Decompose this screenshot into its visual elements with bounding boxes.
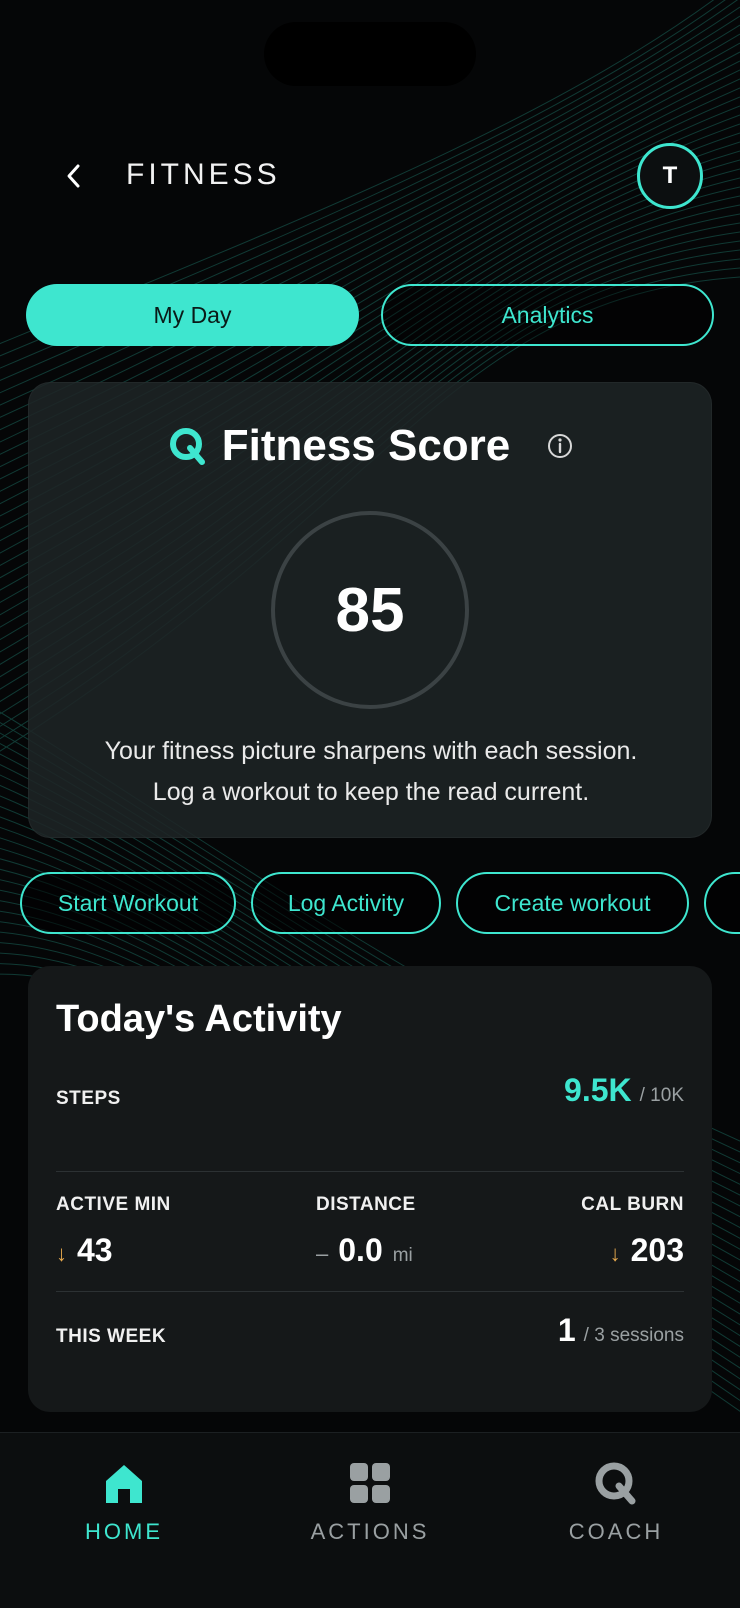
nav-home-label: HOME xyxy=(85,1519,163,1544)
active-min-metric: ACTIVE MIN ↓ 43 xyxy=(56,1194,171,1269)
cal-burn-value: 203 xyxy=(630,1232,684,1268)
score-header: Fitness Score xyxy=(29,421,713,471)
info-icon[interactable] xyxy=(546,432,574,460)
log-activity-button[interactable]: Log Activity xyxy=(251,872,441,934)
score-title: Fitness Score xyxy=(221,421,511,470)
more-action-chip[interactable] xyxy=(704,872,740,934)
cal-burn-metric: CAL BURN ↓ 203 xyxy=(581,1194,684,1269)
avatar[interactable]: T xyxy=(637,143,703,209)
dash-icon: – xyxy=(316,1241,329,1266)
active-min-value: 43 xyxy=(77,1232,113,1268)
wave-line xyxy=(0,33,740,418)
divider xyxy=(56,1171,684,1172)
steps-value-group: 9.5K / 10K xyxy=(564,1072,684,1109)
coach-q-icon xyxy=(595,1462,636,1505)
create-workout-button[interactable]: Create workout xyxy=(456,872,689,934)
nav-home[interactable]: HOME xyxy=(24,1461,224,1545)
bottom-nav: HOME ACTIONS COACH xyxy=(0,1432,740,1608)
cal-burn-label: CAL BURN xyxy=(581,1194,684,1215)
quick-actions-row: Start Workout Log Activity Create workou… xyxy=(20,872,740,934)
view-tabs: My Day Analytics xyxy=(26,284,714,346)
distance-unit: mi xyxy=(392,1245,413,1266)
arrow-down-icon: ↓ xyxy=(609,1241,621,1266)
score-ring: 85 xyxy=(271,511,469,709)
this-week-goal: / 3 sessions xyxy=(583,1325,684,1346)
device-notch xyxy=(264,22,476,86)
distance-metric: DISTANCE – 0.0 mi xyxy=(316,1194,416,1269)
tab-analytics[interactable]: Analytics xyxy=(381,284,714,346)
nav-coach[interactable]: COACH xyxy=(516,1461,716,1545)
divider xyxy=(56,1291,684,1292)
this-week-label: THIS WEEK xyxy=(56,1326,167,1347)
score-message-line-2: Log a workout to keep the read current. xyxy=(152,778,590,806)
distance-label: DISTANCE xyxy=(316,1194,416,1215)
todays-activity-card: Today's Activity STEPS 9.5K / 10K ACTIVE… xyxy=(28,966,712,1412)
home-icon xyxy=(106,1465,142,1503)
score-value: 85 xyxy=(335,575,405,645)
avatar-initial: T xyxy=(662,162,678,189)
steps-goal: / 10K xyxy=(639,1085,684,1106)
fitness-score-card: Fitness Score 85 Your fitness picture sh… xyxy=(28,382,712,838)
grid-icon xyxy=(350,1463,390,1503)
page-title: FITNESS xyxy=(126,158,281,191)
nav-actions-label: ACTIONS xyxy=(310,1519,430,1544)
arrow-down-icon: ↓ xyxy=(56,1241,67,1266)
score-message-line-1: Your fitness picture sharpens with each … xyxy=(104,737,638,765)
app-header: FITNESS T xyxy=(0,140,740,212)
chevron-left-icon xyxy=(67,164,80,188)
distance-value: 0.0 xyxy=(338,1232,383,1268)
q-logo-icon xyxy=(169,428,205,465)
steps-label: STEPS xyxy=(56,1088,121,1109)
back-button[interactable] xyxy=(52,154,96,198)
start-workout-button[interactable]: Start Workout xyxy=(20,872,236,934)
this-week-value-group: 1 / 3 sessions xyxy=(558,1312,684,1349)
tab-my-day[interactable]: My Day xyxy=(26,284,359,346)
active-min-label: ACTIVE MIN xyxy=(56,1194,171,1215)
steps-value: 9.5K xyxy=(564,1072,632,1108)
nav-actions[interactable]: ACTIONS xyxy=(270,1461,470,1545)
activity-title: Today's Activity xyxy=(56,998,342,1040)
nav-coach-label: COACH xyxy=(568,1519,664,1544)
score-message: Your fitness picture sharpens with each … xyxy=(29,731,713,813)
this-week-value: 1 xyxy=(557,1312,576,1348)
